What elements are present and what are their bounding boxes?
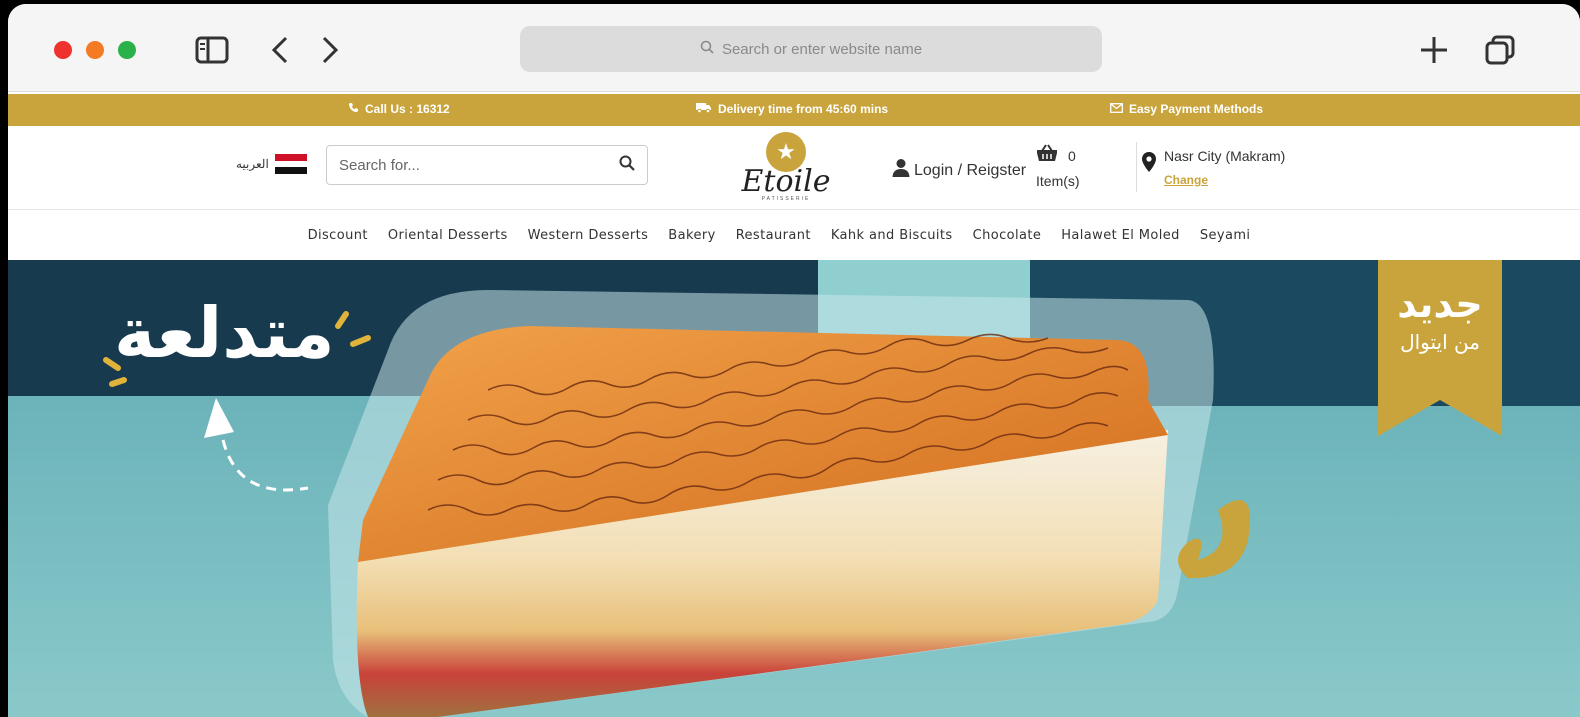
- envelope-icon: [1110, 102, 1123, 116]
- search-icon[interactable]: [619, 155, 635, 176]
- hero-headline: متدلعة: [114, 292, 335, 374]
- browser-toolbar: Search or enter website name: [8, 4, 1580, 92]
- logo-text: Etoile: [741, 164, 831, 199]
- nav-kahk-and-biscuits[interactable]: Kahk and Biscuits: [831, 228, 953, 243]
- site-logo[interactable]: ★ Etoile PATISSERIE: [734, 132, 838, 204]
- language-switch[interactable]: العربيه: [236, 154, 307, 175]
- back-arrow-icon[interactable]: [262, 32, 298, 68]
- hero-banner[interactable]: متدلعة جديد من ايتوال: [8, 260, 1580, 717]
- user-icon: [892, 158, 910, 183]
- change-location-link[interactable]: Change: [1164, 168, 1285, 192]
- map-pin-icon: [1142, 152, 1156, 192]
- new-badge: جديد من ايتوال: [1378, 280, 1502, 356]
- payment-info: Easy Payment Methods: [1110, 102, 1263, 116]
- nav-western-desserts[interactable]: Western Desserts: [528, 228, 649, 243]
- minimize-window-button[interactable]: [86, 41, 104, 59]
- maximize-window-button[interactable]: [118, 41, 136, 59]
- new-tab-icon[interactable]: [1416, 32, 1452, 68]
- payment-text: Easy Payment Methods: [1129, 102, 1264, 116]
- search-icon: [700, 40, 714, 58]
- category-nav: Discount Oriental Desserts Western Desse…: [8, 210, 1580, 260]
- badge-sub: من ايتوال: [1400, 330, 1480, 354]
- nav-restaurant[interactable]: Restaurant: [736, 228, 811, 243]
- nav-bakery[interactable]: Bakery: [668, 228, 715, 243]
- nav-chocolate[interactable]: Chocolate: [973, 228, 1042, 243]
- address-bar[interactable]: Search or enter website name: [520, 26, 1102, 72]
- nav-oriental-desserts[interactable]: Oriental Desserts: [388, 228, 508, 243]
- sidebar-toggle-icon[interactable]: [194, 32, 230, 68]
- nav-seyami[interactable]: Seyami: [1200, 228, 1251, 243]
- badge-main: جديد: [1397, 282, 1483, 326]
- close-window-button[interactable]: [54, 41, 72, 59]
- call-text: Call Us : 16312: [365, 102, 450, 116]
- egypt-flag-icon: [274, 154, 307, 175]
- site-search-box: [326, 145, 648, 185]
- location-name: Nasr City (Makram): [1164, 148, 1286, 164]
- delivery-info: Delivery time from 45:60 mins: [696, 102, 888, 116]
- basket-icon: [1036, 144, 1058, 168]
- phone-icon: [348, 102, 359, 116]
- login-label: Login / Reigster: [914, 161, 1027, 179]
- header-divider: [1136, 142, 1137, 192]
- truck-icon: [696, 102, 712, 116]
- cart-count: 0: [1068, 148, 1076, 164]
- address-placeholder: Search or enter website name: [721, 40, 923, 58]
- site-search-input[interactable]: [339, 156, 619, 174]
- cart-items-label: Item(s): [1036, 173, 1080, 189]
- nav-discount[interactable]: Discount: [308, 228, 368, 243]
- delivery-text: Delivery time from 45:60 mins: [718, 102, 889, 116]
- cart-button[interactable]: 0 Item(s): [1036, 144, 1080, 192]
- info-bar: Call Us : 16312 Delivery time from 45:60…: [8, 94, 1580, 126]
- site-header: العربيه ★ Etoile PATISSERIE Login / Reig…: [8, 126, 1580, 210]
- nav-halawet-el-moled[interactable]: Halawet El Moled: [1061, 228, 1180, 243]
- forward-arrow-icon[interactable]: [312, 32, 348, 68]
- language-label: العربيه: [236, 157, 269, 171]
- tab-overview-icon[interactable]: [1482, 32, 1518, 68]
- call-info[interactable]: Call Us : 16312: [348, 102, 450, 116]
- browser-window: Search or enter website name Call Us : 1…: [8, 4, 1580, 717]
- delivery-location: Nasr City (Makram) Change: [1142, 144, 1285, 192]
- login-register-link[interactable]: Login / Reigster: [892, 158, 1026, 183]
